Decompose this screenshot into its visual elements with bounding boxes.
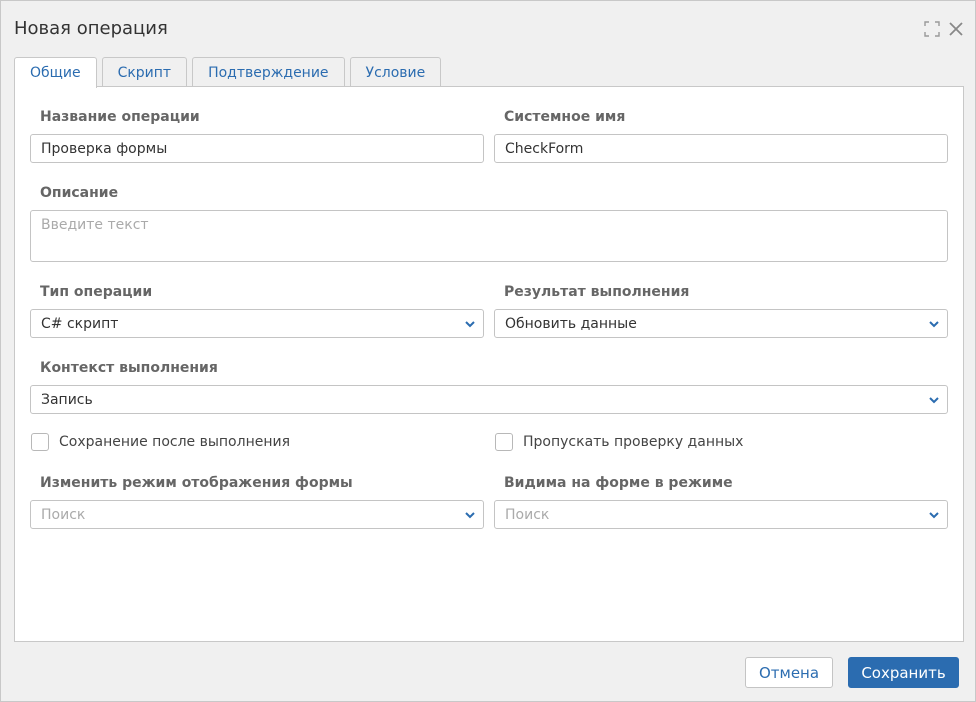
tab-bar: Общие Скрипт Подтверждение Условие bbox=[14, 57, 442, 88]
description-textarea[interactable]: Введите текст bbox=[30, 210, 948, 262]
save-after-checkbox-row[interactable]: Сохранение после выполнения bbox=[31, 433, 290, 451]
close-icon[interactable] bbox=[946, 19, 966, 39]
result-value: Обновить данные bbox=[505, 315, 637, 332]
dialog-window: Новая операция Общие Скрипт Подтверждени… bbox=[0, 0, 976, 702]
skip-validation-checkbox[interactable] bbox=[495, 433, 513, 451]
save-button[interactable]: Сохранить bbox=[848, 657, 959, 688]
tab-general[interactable]: Общие bbox=[14, 57, 97, 88]
tab-condition[interactable]: Условие bbox=[349, 57, 442, 87]
visible-mode-select[interactable]: Поиск bbox=[494, 500, 948, 529]
operation-name-label: Название операции bbox=[40, 109, 200, 125]
dialog-title: Новая операция bbox=[14, 18, 168, 39]
operation-type-value: C# скрипт bbox=[41, 315, 119, 332]
description-label: Описание bbox=[40, 185, 119, 201]
cancel-button[interactable]: Отмена bbox=[745, 657, 833, 688]
operation-type-select[interactable]: C# скрипт bbox=[30, 309, 484, 338]
result-label: Результат выполнения bbox=[504, 284, 690, 300]
chevron-down-icon bbox=[929, 512, 939, 519]
expand-icon[interactable] bbox=[922, 19, 942, 39]
change-mode-select[interactable]: Поиск bbox=[30, 500, 484, 529]
operation-type-label: Тип операции bbox=[40, 284, 153, 300]
system-name-label: Системное имя bbox=[504, 109, 626, 125]
chevron-down-icon bbox=[465, 512, 475, 519]
chevron-down-icon bbox=[929, 321, 939, 328]
tab-confirmation[interactable]: Подтверждение bbox=[192, 57, 345, 87]
context-value: Запись bbox=[41, 391, 93, 408]
tab-panel-general: Название операции Проверка формы Системн… bbox=[14, 86, 964, 642]
chevron-down-icon bbox=[465, 321, 475, 328]
change-mode-placeholder: Поиск bbox=[41, 506, 86, 523]
system-name-input[interactable]: CheckForm bbox=[494, 134, 948, 163]
change-mode-label: Изменить режим отображения формы bbox=[40, 475, 353, 491]
visible-mode-label: Видима на форме в режиме bbox=[504, 475, 733, 491]
skip-validation-checkbox-row[interactable]: Пропускать проверку данных bbox=[495, 433, 743, 451]
context-label: Контекст выполнения bbox=[40, 360, 218, 376]
context-select[interactable]: Запись bbox=[30, 385, 948, 414]
save-after-label: Сохранение после выполнения bbox=[59, 434, 291, 450]
save-after-checkbox[interactable] bbox=[31, 433, 49, 451]
operation-name-input[interactable]: Проверка формы bbox=[30, 134, 484, 163]
result-select[interactable]: Обновить данные bbox=[494, 309, 948, 338]
tab-script[interactable]: Скрипт bbox=[101, 57, 188, 87]
skip-validation-label: Пропускать проверку данных bbox=[523, 434, 744, 450]
chevron-down-icon bbox=[929, 397, 939, 404]
visible-mode-placeholder: Поиск bbox=[505, 506, 550, 523]
